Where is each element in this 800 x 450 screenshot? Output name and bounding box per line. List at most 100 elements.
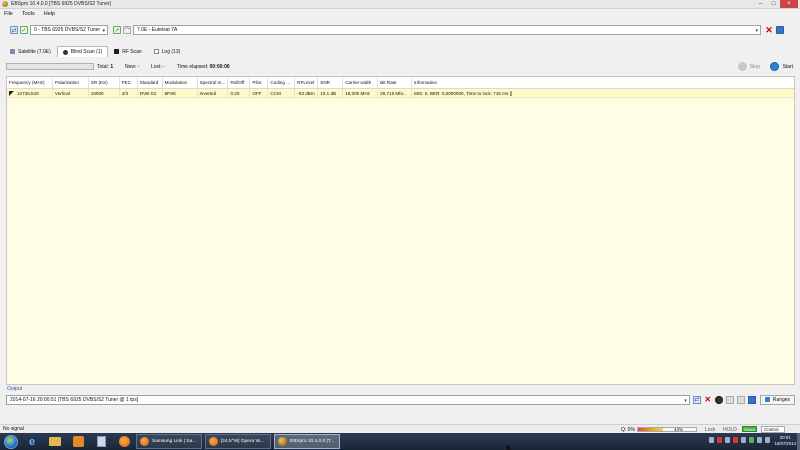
pinned-media[interactable] <box>69 434 87 449</box>
level-readout: 43% <box>674 427 684 432</box>
task-samsung-link[interactable]: Samsung Link | Sa... <box>136 434 202 449</box>
media-player-icon <box>72 436 84 447</box>
pinned-ie[interactable]: e <box>23 434 41 449</box>
total-stat: Total: 1 <box>97 64 113 70</box>
save-icon[interactable] <box>776 26 784 34</box>
signal-status: No signal <box>3 426 24 432</box>
close-button[interactable]: × <box>780 0 798 8</box>
status-bar: No signal Q: 0% 43% Lock HOLD Green Cont… <box>0 424 800 433</box>
start-button[interactable]: Start <box>770 62 793 71</box>
firefox-icon <box>140 437 149 446</box>
col-rflevel[interactable]: RFLevel <box>295 77 319 88</box>
stop-icon <box>737 62 747 71</box>
app-logo-icon <box>2 1 8 7</box>
menu-file[interactable]: File <box>4 11 13 17</box>
task-label: Samsung Link | Sa... <box>152 439 197 444</box>
elapsed-label: Time elapsed: <box>177 64 209 70</box>
copy-icon[interactable] <box>736 395 745 404</box>
col-fec[interactable]: FEC <box>120 77 138 88</box>
maximize-button[interactable]: □ <box>767 0 780 8</box>
cell-information: MIS: 0, BER: 0,0000000, Time to lock: 71… <box>414 90 513 96</box>
col-spectral[interactable]: Spectral m... <box>198 77 229 88</box>
tray-icon[interactable] <box>725 437 730 443</box>
tray-icon[interactable] <box>741 437 746 443</box>
tab-label: Satellite (7.0E) <box>18 48 51 55</box>
task-ebspro[interactable]: EBSpro 10.4.0.0 [T... <box>274 434 340 449</box>
volume-icon[interactable] <box>765 437 770 443</box>
pinned-explorer[interactable] <box>46 434 64 449</box>
mode-badge[interactable]: Green <box>742 426 757 432</box>
internet-explorer-icon: e <box>28 435 36 448</box>
new-stat: New: - <box>125 64 139 70</box>
stop-button[interactable]: Stop <box>737 62 760 71</box>
satellite-icon <box>10 49 15 54</box>
tab-label: RF Scan <box>122 48 142 55</box>
col-polarization[interactable]: Polarization <box>53 77 89 88</box>
tray-icon[interactable] <box>709 437 714 443</box>
cell-frequency: 12736,518 <box>7 89 53 97</box>
col-rolloff[interactable]: RollOff <box>228 77 251 88</box>
tab-blind-scan[interactable]: Blind Scan (1) <box>56 46 109 57</box>
window-title: EBSpro 10.4.0.0 [TBS 6925 DVBS/S2 Tuner] <box>11 1 111 7</box>
refresh-icon[interactable]: ⇄ <box>692 395 701 404</box>
tab-log[interactable]: Log (13) <box>148 46 187 57</box>
cell-standard: DVB-S2 <box>138 89 163 97</box>
lost-label: Lost: <box>151 64 162 70</box>
col-snr[interactable]: SNR <box>318 77 344 88</box>
satellite-select[interactable]: 7.0E - Eutelsat 7A ▾ <box>133 25 761 35</box>
chevron-down-icon: ▾ <box>102 28 105 34</box>
tray-icon[interactable] <box>749 437 754 443</box>
pinned-app[interactable] <box>92 434 110 449</box>
tray-icon[interactable] <box>733 437 738 443</box>
refresh-tuner-icon[interactable]: ⇄ <box>10 26 18 34</box>
col-coding[interactable]: Coding ... <box>268 77 296 88</box>
col-standard[interactable]: Standard <box>138 77 163 88</box>
firefox-icon <box>209 437 218 446</box>
col-information[interactable]: Information <box>412 77 794 88</box>
col-pilot[interactable]: Pilot <box>250 77 269 88</box>
cell-pilot: OFF <box>250 89 269 97</box>
col-modulation[interactable]: Modulation <box>163 77 198 88</box>
task-label: EBSpro 10.4.0.0 [T... <box>290 439 335 444</box>
export-icon[interactable] <box>725 395 734 404</box>
output-label: Output <box>7 386 23 392</box>
tune-icon[interactable]: ↗ <box>113 26 121 34</box>
results-table: Frequency (MHz) Polarization SR (KS) FEC… <box>6 76 795 385</box>
tuner-select[interactable]: 0 - TBS 6925 DVBS/S2 Tuner ▾ <box>30 25 108 35</box>
menu-help[interactable]: Help <box>44 11 55 17</box>
log-icon <box>153 49 159 54</box>
table-header: Frequency (MHz) Polarization SR (KS) FEC… <box>7 77 794 89</box>
lost-value: - <box>163 64 165 70</box>
delete-icon[interactable]: ✕ <box>765 25 773 35</box>
start-button[interactable] <box>4 434 18 449</box>
ranges-button[interactable]: Ranges <box>759 394 796 405</box>
menu-tools[interactable]: Tools <box>22 11 35 17</box>
tab-satellite[interactable]: Satellite (7.0E) <box>4 46 57 57</box>
record-icon[interactable] <box>714 395 723 404</box>
table-row[interactable]: 12736,518 Vertical 15000 2/3 DVB-S2 8PSK… <box>7 89 794 98</box>
col-carrier-width[interactable]: Carrier width <box>343 77 379 88</box>
control-select-value: Control <box>764 427 779 432</box>
delete-icon[interactable]: ✕ <box>704 395 712 404</box>
save-icon[interactable] <box>747 395 756 404</box>
col-sr[interactable]: SR (KS) <box>89 77 120 88</box>
col-frequency[interactable]: Frequency (MHz) <box>7 77 53 88</box>
pinned-firefox[interactable] <box>115 434 133 449</box>
cell-bit-rate: 29,715 Mbi... <box>378 89 413 97</box>
network-icon[interactable] <box>757 437 762 443</box>
tab-label: Blind Scan (1) <box>70 49 103 55</box>
taskbar: e Samsung Link | Sa... [24.5°W] Opera W.… <box>0 433 800 450</box>
task-opera[interactable]: [24.5°W] Opera W... <box>205 434 271 449</box>
tray-icon[interactable] <box>717 437 722 443</box>
blind-scan-icon <box>62 49 68 55</box>
control-select[interactable]: Control <box>761 426 785 433</box>
tab-rf-scan[interactable]: RF Scan <box>108 46 147 57</box>
taskbar-clock[interactable]: 20:01 16/07/2014 <box>774 435 796 447</box>
output-select[interactable]: 2014-07-16 20:00:51 [TBS 6925 DVBS/S2 Tu… <box>6 394 690 405</box>
tuner-enable-checkbox[interactable]: ✓ <box>20 26 28 34</box>
col-bit-rate[interactable]: Bit Rate <box>378 77 413 88</box>
elapsed-stat: Time elapsed: 00:00:06 <box>177 64 230 70</box>
ranges-label: Ranges <box>772 396 791 403</box>
minimize-button[interactable]: – <box>754 0 767 8</box>
dish-icon[interactable]: ⌒ <box>123 26 131 35</box>
